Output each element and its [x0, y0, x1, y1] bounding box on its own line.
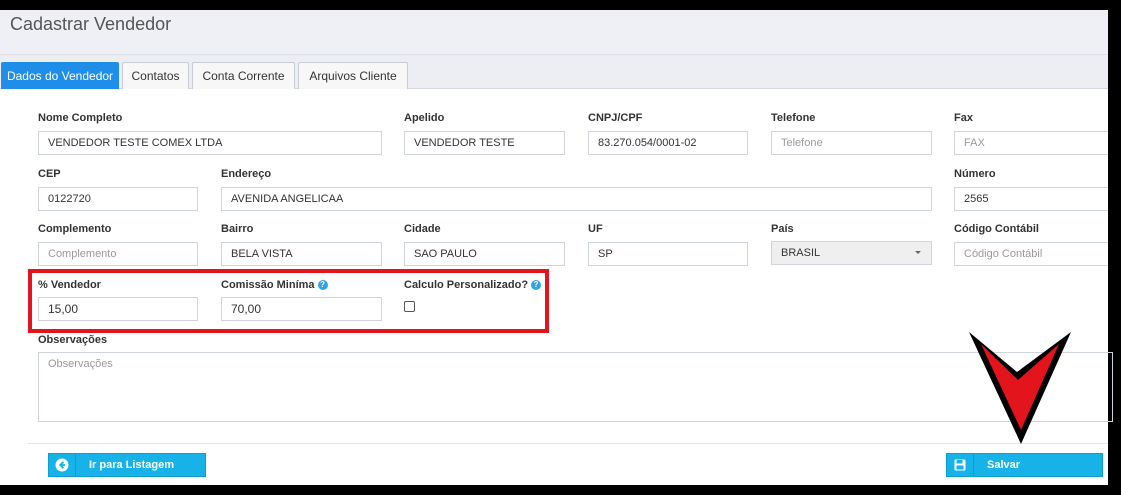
label-cidade: Cidade	[404, 223, 441, 235]
label-codigo-contabil: Código Contábil	[954, 223, 1039, 235]
label-cnpj-cpf: CNPJ/CPF	[588, 112, 643, 124]
uf-input[interactable]: SP	[588, 242, 748, 266]
label-cep: CEP	[38, 168, 61, 180]
numero-input[interactable]: 2565	[954, 187, 1108, 211]
nome-completo-input[interactable]: VENDEDOR TESTE COMEX LTDA	[38, 131, 382, 155]
codigo-contabil-input[interactable]: Código Contábil	[954, 242, 1108, 266]
label-numero: Número	[954, 168, 996, 180]
red-down-arrow-icon	[969, 332, 1071, 444]
label-fax: Fax	[954, 112, 973, 124]
label-observacoes: Observações	[38, 334, 108, 346]
footer-divider	[28, 443, 1108, 444]
observacoes-textarea[interactable]: Observações	[38, 352, 1113, 422]
tab-arquivos-cliente[interactable]: Arquivos Cliente	[298, 62, 408, 89]
apelido-input[interactable]: VENDEDOR TESTE	[404, 131, 565, 155]
endereco-input[interactable]: AVENIDA ANGELICAA	[221, 187, 932, 211]
label-complemento: Complemento	[38, 223, 112, 235]
telefone-input[interactable]: Telefone	[771, 131, 932, 155]
page-title: Cadastrar Vendedor	[10, 14, 172, 34]
chevron-down-icon	[915, 251, 921, 254]
save-label: Salvar	[987, 459, 1021, 471]
save-button[interactable]: Salvar	[946, 453, 1103, 477]
tab-conta-corrente[interactable]: Conta Corrente	[192, 62, 295, 89]
tab-contatos[interactable]: Contatos	[122, 62, 189, 89]
label-nome-completo: Nome Completo	[38, 112, 123, 124]
pais-selected-value: BRASIL	[781, 247, 821, 259]
fax-input[interactable]: FAX	[954, 131, 1108, 155]
floppy-disk-icon	[947, 454, 974, 476]
cidade-input[interactable]: SAO PAULO	[404, 242, 565, 266]
tabs-bar: Dados do Vendedor Contatos Conta Corrent…	[0, 55, 1108, 89]
go-to-list-button[interactable]: Ir para Listagem	[48, 453, 206, 477]
cep-input[interactable]: 0122720	[38, 187, 198, 211]
go-to-list-label: Ir para Listagem	[89, 459, 174, 471]
cnpj-cpf-input[interactable]: 83.270.054/0001-02	[588, 131, 748, 155]
label-pais: País	[771, 223, 794, 235]
highlight-box	[28, 269, 549, 333]
label-endereco: Endereço	[221, 168, 272, 180]
tab-dados-do-vendedor[interactable]: Dados do Vendedor	[1, 62, 119, 89]
bairro-input[interactable]: BELA VISTA	[221, 242, 382, 266]
pais-select[interactable]: BRASIL	[771, 241, 932, 265]
label-uf: UF	[588, 223, 603, 235]
arrow-left-circle-icon	[49, 454, 76, 476]
label-telefone: Telefone	[771, 112, 816, 124]
label-apelido: Apelido	[404, 112, 445, 124]
label-bairro: Bairro	[221, 223, 254, 235]
complemento-input[interactable]: Complemento	[38, 242, 198, 266]
